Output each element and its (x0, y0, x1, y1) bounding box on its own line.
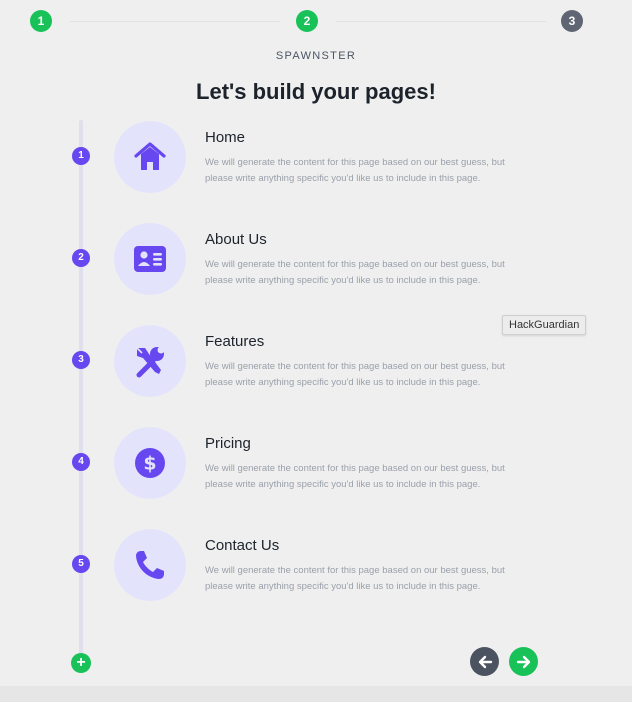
page-item-home: 1 Home We will generate the content for … (0, 121, 632, 201)
page-number: 4 (72, 453, 90, 471)
page-item-pricing: 4 $ Pricing We will generate the content… (0, 427, 632, 507)
page-item-contact-us: 5 Contact Us We will generate the conten… (0, 529, 632, 609)
home-icon (134, 142, 166, 170)
stepper-line-2 (336, 21, 546, 22)
page-name[interactable]: Features (205, 333, 264, 350)
page-icon-bubble[interactable]: $ (114, 427, 186, 499)
step-3[interactable]: 3 (561, 10, 583, 32)
page-description: We will generate the content for this pa… (205, 361, 505, 388)
tooltip: HackGuardian (502, 315, 587, 335)
page-icon-bubble[interactable] (114, 529, 186, 601)
page-number: 3 (72, 351, 90, 369)
page-description: We will generate the content for this pa… (205, 565, 505, 592)
stepper-line-1 (70, 21, 280, 22)
add-page-button[interactable]: + (71, 653, 91, 673)
page-name[interactable]: About Us (205, 231, 267, 248)
page-description: We will generate the content for this pa… (205, 157, 505, 184)
id-card-icon (134, 246, 166, 272)
page-title: Let's build your pages! (196, 79, 436, 104)
page-icon-bubble[interactable] (114, 121, 186, 193)
arrow-left-icon (478, 655, 492, 668)
phone-icon (136, 551, 164, 579)
step-1[interactable]: 1 (30, 10, 52, 32)
page-name[interactable]: Contact Us (205, 537, 279, 554)
back-button[interactable] (470, 647, 499, 676)
page-name[interactable]: Pricing (205, 435, 251, 452)
bottom-bar (0, 686, 632, 702)
page-item-features: 3 Features We will generate the content … (0, 325, 632, 405)
page-number: 5 (72, 555, 90, 573)
dollar-icon: $ (135, 448, 165, 478)
page-icon-bubble[interactable] (114, 223, 186, 295)
svg-text:$: $ (143, 453, 156, 475)
brand-name: SPAWNSTER (275, 50, 357, 62)
page-number: 1 (72, 147, 90, 165)
step-2[interactable]: 2 (296, 10, 318, 32)
page-icon-bubble[interactable] (114, 325, 186, 397)
page-item-about-us: 2 About Us We will generate the content … (0, 223, 632, 303)
arrow-right-icon (516, 655, 530, 668)
next-button[interactable] (509, 647, 538, 676)
tools-icon (136, 346, 165, 378)
page-description: We will generate the content for this pa… (205, 463, 505, 490)
progress-stepper: 1 2 3 (30, 10, 583, 32)
page-name[interactable]: Home (205, 129, 245, 146)
page-description: We will generate the content for this pa… (205, 259, 505, 286)
page-number: 2 (72, 249, 90, 267)
